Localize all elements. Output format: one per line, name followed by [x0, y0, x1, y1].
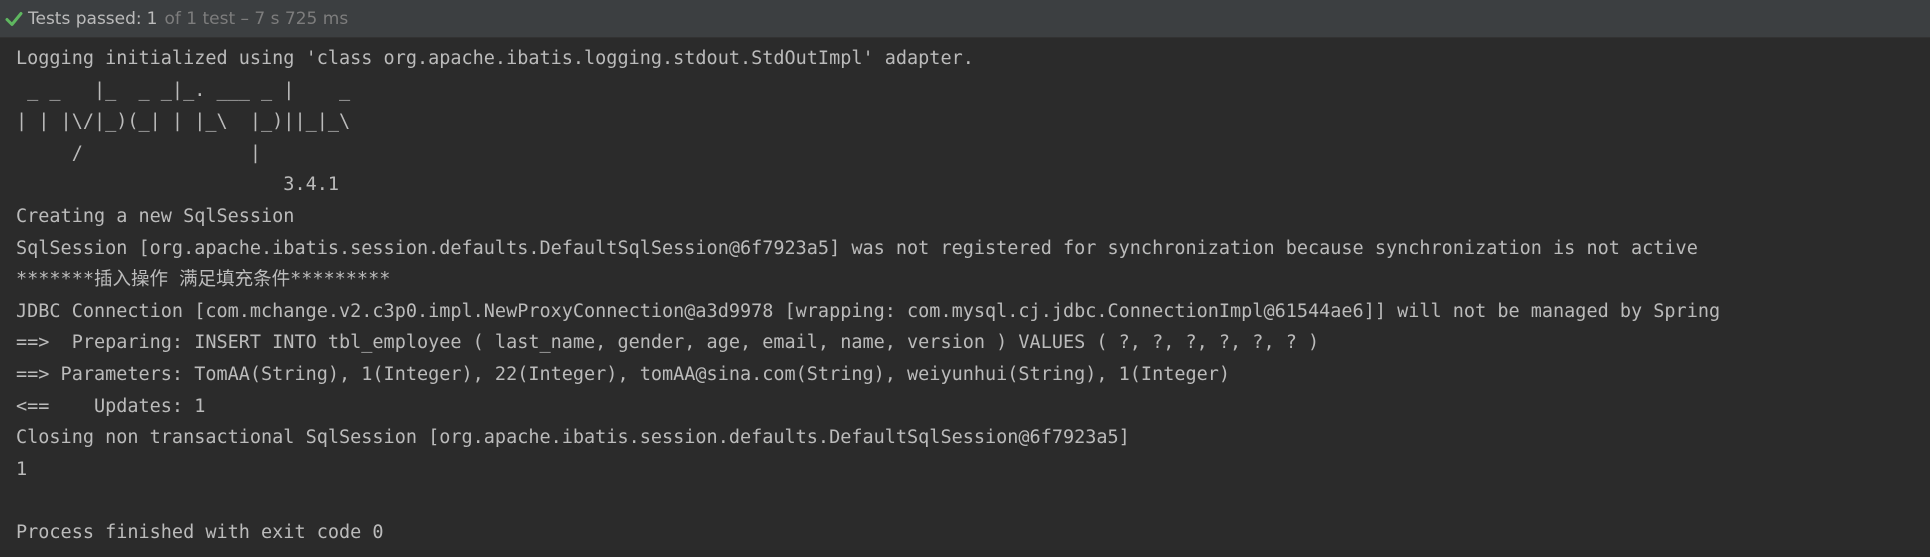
console-line: *******插入操作 满足填充条件********* [16, 269, 391, 291]
check-icon [4, 9, 24, 29]
test-run-detail: of 1 test – 7 s 725 ms [164, 8, 349, 29]
console-line: ==> Preparing: INSERT INTO tbl_employee … [16, 332, 1320, 354]
tests-passed-label: Tests passed: [28, 8, 142, 29]
test-status-bar: Tests passed: 1 of 1 test – 7 s 725 ms [0, 0, 1930, 38]
console-line: 1 [16, 458, 28, 480]
console-line: Process finished with exit code 0 [16, 522, 384, 543]
console-line: ==> Parameters: TomAA(String), 1(Integer… [16, 364, 1231, 385]
console-line: _ _ |_ _ _|_. ___ _ | _ [16, 79, 362, 101]
console-line: 3.4.1 [16, 174, 351, 196]
console-line: <== Updates: 1 [16, 395, 206, 417]
tests-passed-count: 1 [146, 8, 158, 29]
console-line: JDBC Connection [com.mchange.v2.c3p0.imp… [16, 300, 1721, 322]
console-line: SqlSession [org.apache.ibatis.session.de… [16, 237, 1698, 259]
console-output[interactable]: Logging initialized using 'class org.apa… [0, 38, 1930, 557]
console-line: Creating a new SqlSession [16, 206, 295, 227]
console-line: Closing non transactional SqlSession [or… [16, 427, 1130, 449]
console-line: Logging initialized using 'class org.apa… [16, 48, 974, 69]
console-line: | | |\/|_)(_| | |_\ |_)||_|_\ [16, 111, 362, 133]
console-line: / | [16, 142, 362, 164]
